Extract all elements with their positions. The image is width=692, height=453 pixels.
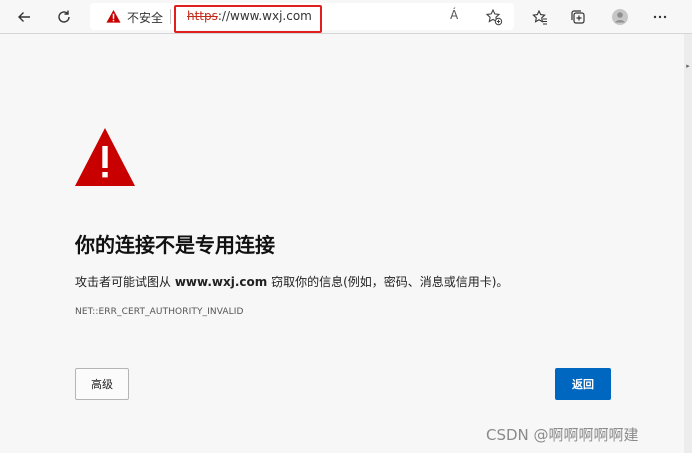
more-icon bbox=[653, 15, 667, 19]
warning-icon[interactable] bbox=[106, 9, 121, 24]
page-title: 你的连接不是专用连接 bbox=[75, 233, 275, 257]
desc-domain: www.wxj.com bbox=[174, 275, 268, 289]
url-text[interactable]: https://www.wxj.com bbox=[187, 9, 312, 23]
warning-icon bbox=[75, 128, 135, 186]
profile-icon bbox=[612, 9, 628, 25]
address-bar[interactable]: 不安全 https://www.wxj.com Á bbox=[90, 3, 514, 30]
not-secure-label[interactable]: 不安全 bbox=[127, 9, 163, 26]
favorites-button[interactable] bbox=[528, 5, 552, 29]
desc-text-after: 窃取你的信息(例如，密码、消息或信用卡)。 bbox=[267, 275, 509, 289]
page-scrollbar[interactable]: ▸ bbox=[684, 34, 692, 453]
favorites-icon bbox=[532, 9, 547, 25]
watermark: CSDN @啊啊啊啊啊建 bbox=[486, 426, 639, 444]
browser-toolbar: 不安全 https://www.wxj.com Á bbox=[0, 0, 692, 34]
collections-icon bbox=[571, 10, 585, 24]
advanced-button[interactable]: 高级 bbox=[75, 368, 129, 400]
back-button-primary[interactable]: 返回 bbox=[555, 368, 611, 400]
more-button[interactable] bbox=[648, 5, 672, 29]
profile-button[interactable] bbox=[608, 5, 632, 29]
collections-button[interactable] bbox=[566, 5, 590, 29]
back-button[interactable] bbox=[12, 5, 36, 29]
error-code: NET::ERR_CERT_AUTHORITY_INVALID bbox=[75, 307, 244, 317]
address-separator bbox=[170, 9, 171, 24]
read-aloud-icon[interactable]: Á bbox=[450, 8, 458, 22]
desc-text-before: 攻击者可能试图从 bbox=[75, 275, 175, 289]
refresh-icon bbox=[58, 10, 70, 23]
back-arrow-icon bbox=[18, 12, 30, 22]
url-scheme: https bbox=[187, 9, 218, 23]
scroll-arrow-icon[interactable]: ▸ bbox=[684, 62, 692, 70]
error-description: 攻击者可能试图从 www.wxj.com 窃取你的信息(例如，密码、消息或信用卡… bbox=[75, 273, 508, 290]
refresh-button[interactable] bbox=[52, 5, 76, 29]
url-host: ://www.wxj.com bbox=[217, 9, 312, 23]
add-favorite-icon[interactable] bbox=[485, 8, 503, 26]
